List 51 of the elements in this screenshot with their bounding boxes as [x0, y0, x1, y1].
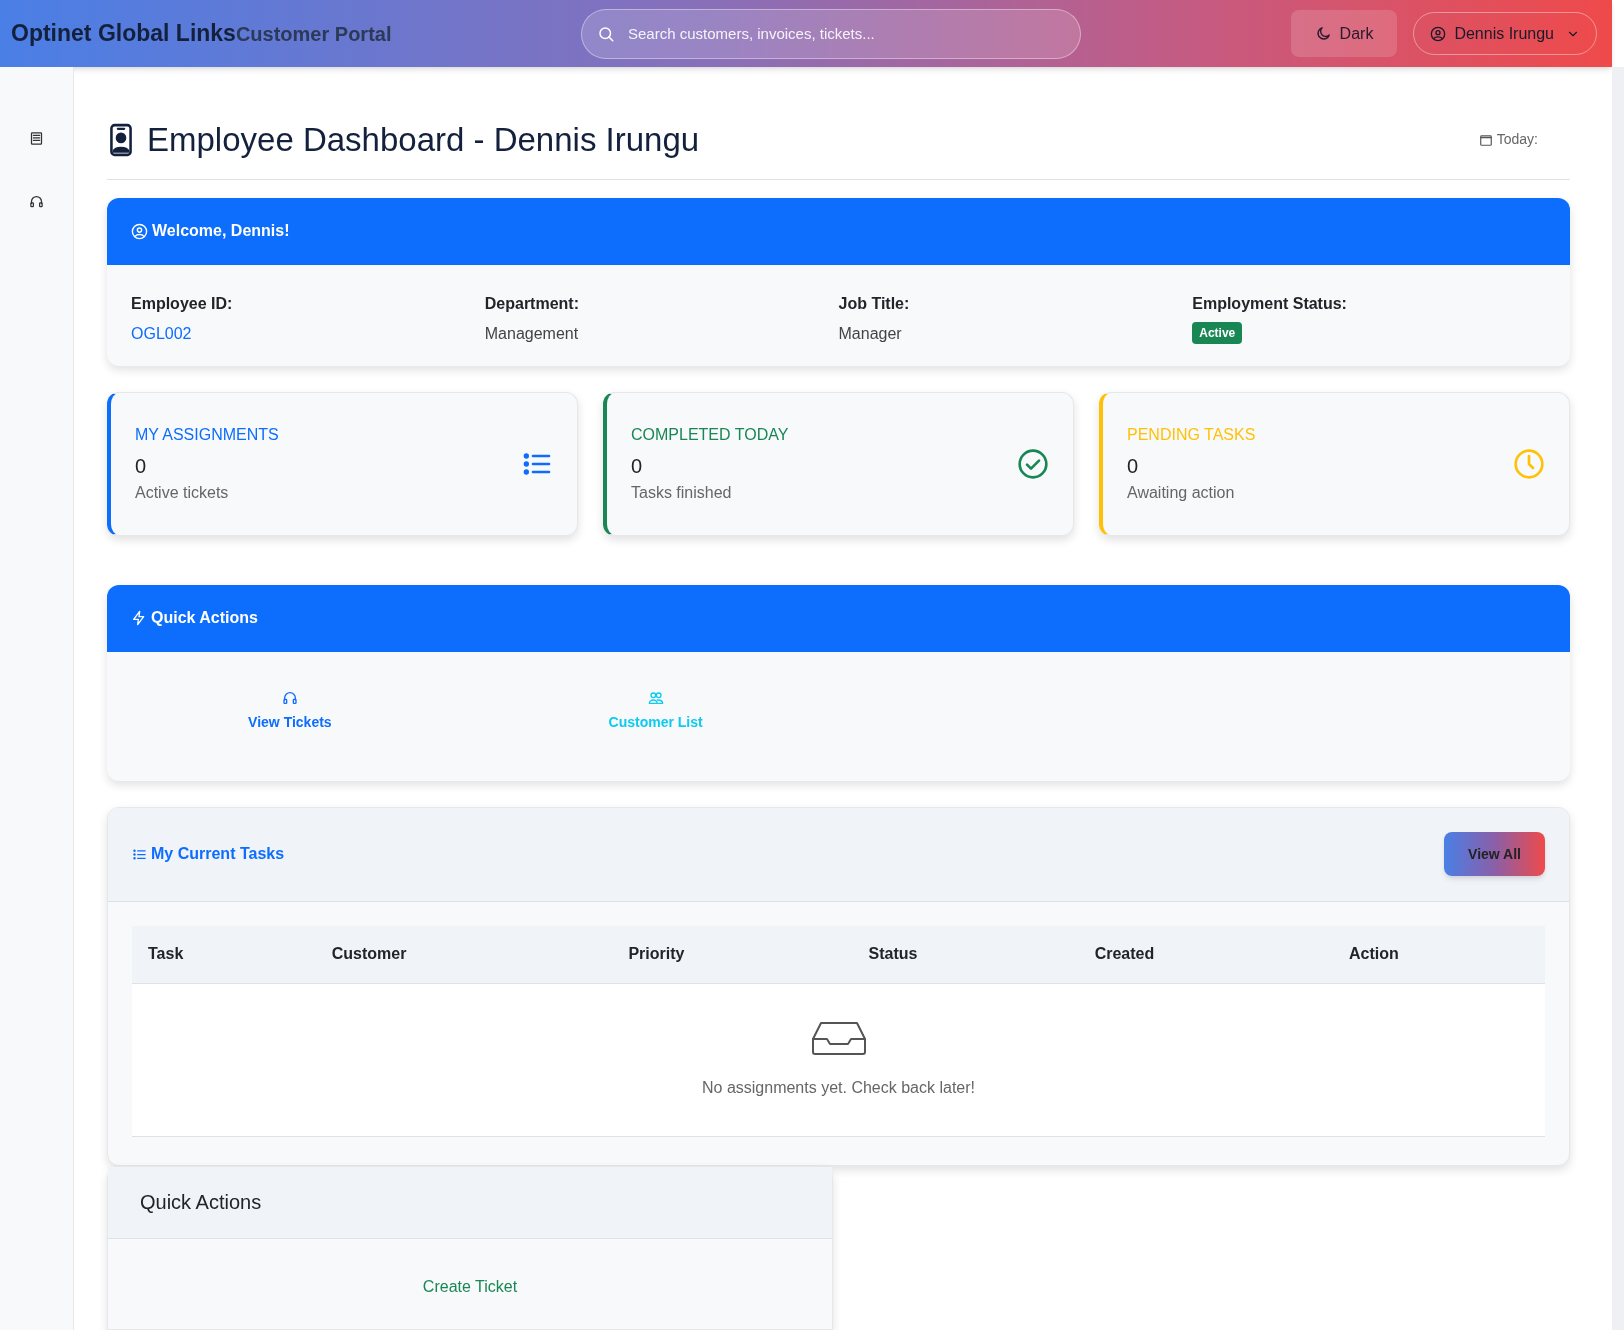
- check-circle-icon: [1017, 447, 1049, 480]
- welcome-title: Welcome, Dennis!: [152, 221, 290, 241]
- column-header: Customer: [315, 925, 613, 984]
- stat-value: 0: [1127, 453, 1140, 479]
- stat-value: 0: [135, 453, 148, 479]
- section-title: Quick Actions: [151, 608, 258, 629]
- column-header: Task: [132, 925, 316, 984]
- employee-id-link[interactable]: OGL002: [131, 321, 192, 346]
- quick-action-link[interactable]: View Tickets: [248, 689, 332, 733]
- stat-value: 0: [631, 453, 644, 479]
- portal-subtitle: Customer Portal: [235, 22, 392, 48]
- page-title: Employee Dashboard - Dennis Irungu: [147, 120, 700, 160]
- stat-caption: Active tickets: [135, 482, 230, 503]
- dark-mode-button[interactable]: Dark: [1290, 10, 1398, 57]
- user-circle-icon: [1430, 25, 1447, 42]
- lightning-icon: [131, 610, 147, 627]
- field-label: Department:: [484, 293, 580, 314]
- date-label: Today:: [1496, 130, 1538, 150]
- column-header: Created: [1078, 925, 1333, 984]
- document-icon: [29, 131, 44, 146]
- create-ticket-link[interactable]: Create Ticket: [422, 1274, 518, 1299]
- section-title: My Current Tasks: [151, 844, 285, 865]
- user-circle-icon: [131, 222, 148, 240]
- stat-title: MY ASSIGNMENTS: [135, 424, 279, 445]
- calendar-icon: [1478, 132, 1493, 147]
- stat-title: PENDING TASKS: [1127, 424, 1256, 445]
- inbox-icon: [810, 1020, 867, 1057]
- column-header: Status: [852, 925, 1079, 984]
- empty-state-message: No assignments yet. Check back later!: [702, 1078, 975, 1099]
- view-all-button[interactable]: View All: [1444, 832, 1545, 877]
- clock-icon: [1513, 447, 1545, 480]
- column-header: Priority: [612, 925, 853, 984]
- headset-icon: [29, 194, 44, 209]
- brand-name[interactable]: Optinet Global Links: [11, 16, 236, 51]
- field-label: Employment Status:: [1192, 293, 1348, 314]
- field-value: Management: [484, 323, 580, 344]
- stat-caption: Tasks finished: [631, 482, 733, 503]
- moon-icon: [1314, 25, 1332, 42]
- field-value: Manager: [838, 323, 903, 344]
- stat-caption: Awaiting action: [1127, 482, 1236, 503]
- section-title: Quick Actions: [140, 1190, 262, 1216]
- field-label: Employee ID:: [131, 293, 234, 314]
- status-badge: Active: [1192, 321, 1243, 344]
- search-icon: [597, 24, 615, 43]
- people-icon: [647, 689, 664, 706]
- headset-icon: [281, 689, 298, 706]
- stat-title: COMPLETED TODAY: [631, 424, 789, 445]
- field-label: Job Title:: [838, 293, 911, 314]
- column-header: Action: [1333, 925, 1545, 984]
- list-icon: [132, 846, 147, 862]
- id-badge-icon: [107, 122, 135, 157]
